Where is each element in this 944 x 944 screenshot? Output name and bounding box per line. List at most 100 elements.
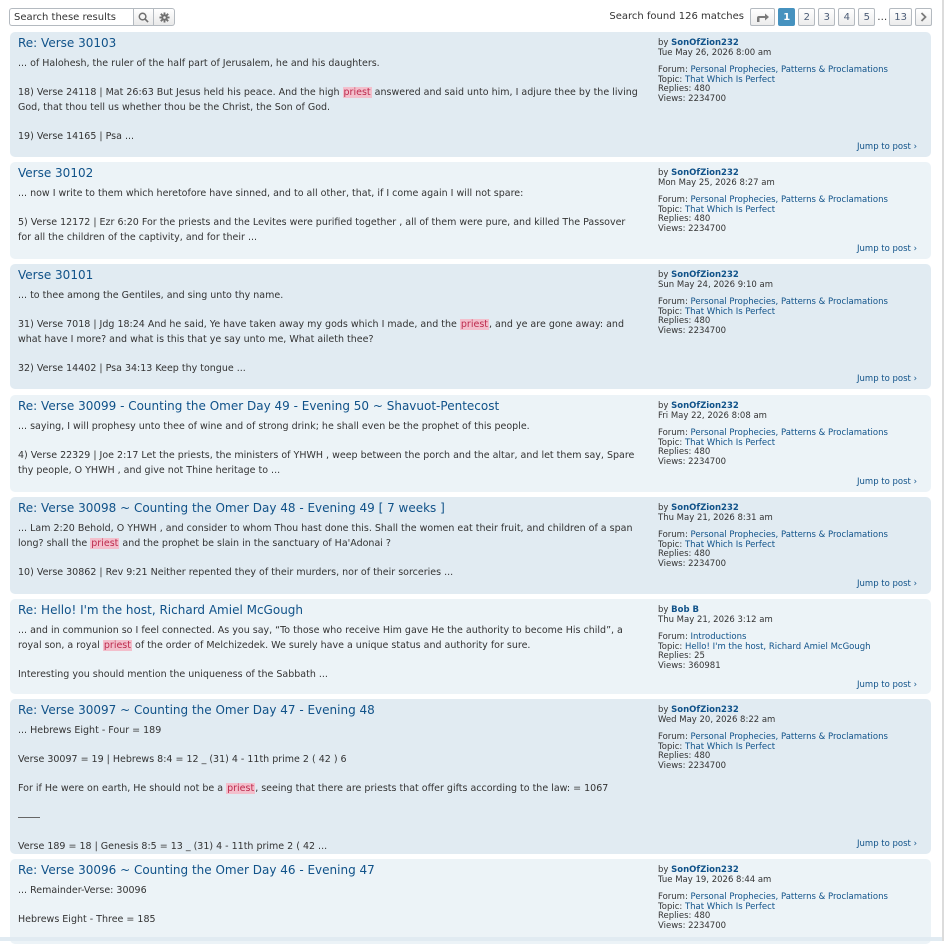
- page-link-last[interactable]: 13: [889, 8, 912, 26]
- replies-label: Replies:: [658, 447, 692, 457]
- forum-link[interactable]: Introductions: [691, 632, 747, 642]
- post-title-link[interactable]: Re: Verse 30097 ~ Counting the Omer Day …: [18, 703, 375, 717]
- page-link-5[interactable]: 5: [858, 8, 876, 26]
- page-link-2[interactable]: 2: [798, 8, 816, 26]
- views-count: 2234700: [688, 93, 727, 104]
- post-title-link[interactable]: Re: Verse 30103: [18, 36, 116, 50]
- post-excerpt: ... saying, I will prophesy unto thee of…: [18, 420, 638, 493]
- search-result-post: Verse 30101 ... to thee among the Gentile…: [10, 264, 931, 389]
- excerpt-divider: [18, 817, 40, 818]
- jump-to-post-link[interactable]: Jump to post ›: [857, 680, 917, 690]
- post-title-link[interactable]: Re: Verse 30096 ~ Counting the Omer Day …: [18, 863, 375, 877]
- search-icon: [138, 12, 149, 23]
- replies-count: 480: [694, 84, 711, 94]
- forum-label: Forum:: [658, 65, 688, 75]
- excerpt-text: For if He were on earth, He should not b…: [18, 783, 227, 794]
- author-link[interactable]: SonOfZion232: [671, 270, 739, 280]
- post-meta: by SonOfZion232 Sun May 24, 2026 9:10 am F…: [658, 270, 918, 336]
- by-label: by: [658, 503, 669, 513]
- author-link[interactable]: SonOfZion232: [671, 865, 739, 875]
- page-link-4[interactable]: 4: [838, 8, 856, 26]
- excerpt-text: 19) Verse 14165 | Psa ...: [18, 130, 135, 142]
- post-title-link[interactable]: Verse 30101: [18, 268, 93, 282]
- post-date: Tue May 26, 2026 8:00 am: [658, 47, 772, 58]
- topic-label: Topic:: [658, 74, 683, 85]
- excerpt-paragraph: 5) Verse 12172 | Ezr 6:20 For the priest…: [18, 216, 638, 245]
- views-label: Views:: [658, 920, 686, 931]
- excerpt-paragraph: ... to thee among the Gentiles, and sing…: [18, 289, 638, 304]
- next-page-button[interactable]: [915, 8, 932, 26]
- search-results-count: Search found 126 matches: [609, 11, 744, 22]
- topic-link[interactable]: That Which Is Perfect: [685, 307, 775, 317]
- search-result-post: Re: Verse 30099 - Counting the Omer Day …: [10, 395, 931, 492]
- author-link[interactable]: SonOfZion232: [671, 168, 739, 178]
- forum-link[interactable]: Personal Prophecies, Patterns & Proclama…: [691, 732, 888, 742]
- replies-label: Replies:: [658, 911, 692, 921]
- forum-link[interactable]: Personal Prophecies, Patterns & Proclama…: [691, 428, 888, 438]
- topic-label: Topic:: [658, 901, 683, 912]
- topic-link[interactable]: That Which Is Perfect: [685, 438, 775, 448]
- forum-label: Forum:: [658, 892, 688, 902]
- excerpt-text: ... saying, I will prophesy unto thee of…: [18, 421, 530, 432]
- search-toolbar: Search found 126 matches 12345 … 13: [9, 8, 934, 28]
- search-input[interactable]: [9, 8, 133, 26]
- post-title-link[interactable]: Re: Verse 30098 ~ Counting the Omer Day …: [18, 501, 445, 515]
- post-title-link[interactable]: Verse 30102: [18, 166, 93, 180]
- topic-link[interactable]: Hello! I'm the host, Richard Amiel McGou…: [685, 642, 871, 652]
- replies-label: Replies:: [658, 549, 692, 559]
- jump-to-post-link[interactable]: Jump to post ›: [857, 374, 917, 384]
- jump-to-post-link[interactable]: Jump to post ›: [857, 579, 917, 589]
- replies-count: 480: [694, 911, 711, 921]
- views-count: 2234700: [688, 223, 727, 234]
- topic-link[interactable]: That Which Is Perfect: [685, 902, 775, 912]
- excerpt-text: Interesting you should mention the uniqu…: [18, 668, 328, 680]
- forum-link[interactable]: Personal Prophecies, Patterns & Proclama…: [691, 195, 888, 205]
- forum-link[interactable]: Personal Prophecies, Patterns & Proclama…: [691, 530, 888, 540]
- by-label: by: [658, 705, 669, 715]
- author-link[interactable]: SonOfZion232: [671, 705, 739, 715]
- forum-link[interactable]: Personal Prophecies, Patterns & Proclama…: [691, 65, 888, 75]
- excerpt-text: Verse 189 = 18 | Genesis 8:5 = 13 _ (31)…: [18, 841, 328, 852]
- topic-link[interactable]: That Which Is Perfect: [685, 75, 775, 85]
- by-label: by: [658, 168, 669, 178]
- topic-label: Topic:: [658, 641, 683, 652]
- search-keyword-highlight: priest: [342, 87, 372, 98]
- author-link[interactable]: Bob B: [671, 605, 699, 615]
- post-excerpt: ... and in communion so I feel connected…: [18, 624, 638, 697]
- excerpt-paragraph: Interesting you should mention the uniqu…: [18, 668, 638, 683]
- topic-link[interactable]: That Which Is Perfect: [685, 540, 775, 550]
- jump-to-post-link[interactable]: Jump to post ›: [857, 477, 917, 487]
- jump-to-post-link[interactable]: Jump to post ›: [857, 244, 917, 254]
- share-arrow-icon: [756, 13, 769, 22]
- topic-link[interactable]: That Which Is Perfect: [685, 205, 775, 215]
- page-link-1[interactable]: 1: [778, 8, 796, 26]
- jump-to-post-link[interactable]: Jump to post ›: [857, 839, 917, 849]
- replies-count: 480: [694, 751, 711, 761]
- jump-to-post-link[interactable]: Jump to post ›: [857, 142, 917, 152]
- replies-count: 25: [694, 651, 705, 661]
- pagination-ellipsis: …: [877, 11, 888, 23]
- forum-link[interactable]: Personal Prophecies, Patterns & Proclama…: [691, 297, 888, 307]
- excerpt-text: ... Hebrews Eight - Four = 189: [18, 725, 162, 736]
- post-title-link[interactable]: Re: Verse 30099 - Counting the Omer Day …: [18, 399, 499, 413]
- topic-link[interactable]: That Which Is Perfect: [685, 742, 775, 752]
- post-title-link[interactable]: Re: Hello! I'm the host, Richard Amiel M…: [18, 603, 303, 617]
- post-excerpt: ... Lam 2:20 Behold, O YHWH , and consid…: [18, 522, 638, 595]
- search-result-post: Verse 30102 ... now I write to them which…: [10, 162, 931, 259]
- forum-label: Forum:: [658, 632, 688, 642]
- excerpt-paragraph: ... Hebrews Eight - Four = 189: [18, 724, 638, 739]
- advanced-search-button[interactable]: [154, 8, 175, 26]
- author-link[interactable]: SonOfZion232: [671, 503, 739, 513]
- author-link[interactable]: SonOfZion232: [671, 38, 739, 48]
- page-link-3[interactable]: 3: [818, 8, 836, 26]
- excerpt-paragraph: 4) Verse 22329 | Joe 2:17 Let the priest…: [18, 449, 638, 478]
- excerpt-paragraph: Verse 30097 = 19 | Hebrews 8:4 = 12 _ (3…: [18, 753, 638, 768]
- views-label: Views:: [658, 760, 686, 771]
- post-meta: by SonOfZion232 Fri May 22, 2026 8:08 am F…: [658, 401, 918, 467]
- search-button[interactable]: [133, 8, 154, 26]
- views-label: Views:: [658, 223, 686, 234]
- forum-link[interactable]: Personal Prophecies, Patterns & Proclama…: [691, 892, 888, 902]
- excerpt-paragraph: ... now I write to them which heretofore…: [18, 187, 638, 202]
- jump-to-page-button[interactable]: [750, 8, 776, 26]
- author-link[interactable]: SonOfZion232: [671, 401, 739, 411]
